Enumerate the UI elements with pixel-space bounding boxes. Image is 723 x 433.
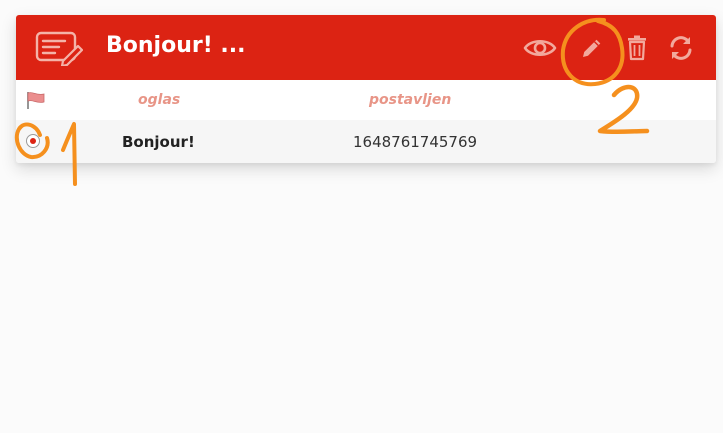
table-row[interactable]: Bonjour! 1648761745769 (16, 120, 716, 163)
cell-postavljen: 1648761745769 (353, 133, 478, 151)
refresh-button[interactable] (664, 33, 698, 63)
delete-button[interactable] (620, 33, 654, 63)
flag-icon (25, 90, 47, 110)
eye-icon (523, 39, 557, 57)
page-title: Bonjour! ... (106, 33, 246, 58)
view-button[interactable] (523, 33, 557, 63)
column-header-oglas[interactable]: oglas (138, 89, 180, 111)
edit-button[interactable] (575, 33, 609, 63)
column-header-postavljen[interactable]: postavljen (369, 89, 451, 111)
row-select-radio[interactable] (26, 134, 40, 148)
edit-document-icon (35, 30, 84, 68)
trash-icon (628, 35, 646, 61)
page: Bonjour! ... oglas postavljen Bonjour! 1… (0, 0, 723, 433)
table-header: oglas postavljen (16, 80, 716, 120)
cell-oglas: Bonjour! (122, 133, 195, 151)
pencil-icon (583, 39, 601, 57)
refresh-icon (670, 36, 692, 60)
record-card: Bonjour! ... oglas postavljen Bonjour! 1… (16, 15, 716, 163)
card-header: Bonjour! ... (16, 15, 716, 80)
